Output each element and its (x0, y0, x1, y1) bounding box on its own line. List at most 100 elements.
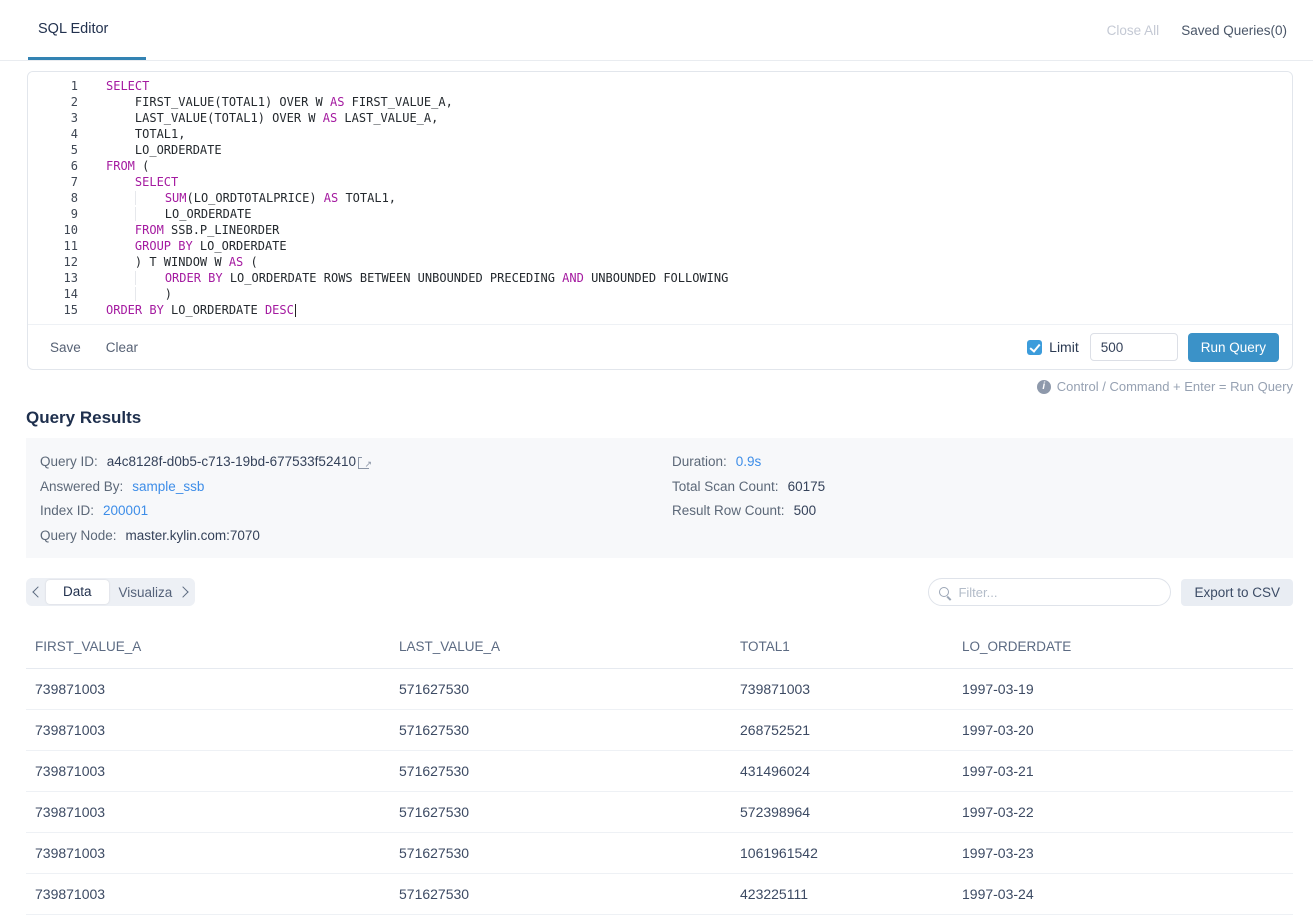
code-line[interactable]: 4 TOTAL1, (28, 126, 1292, 142)
editor-toolbar: Save Clear Limit Run Query (28, 324, 1292, 369)
code-text: ORDER BY LO_ORDERDATE ROWS BETWEEN UNBOU… (86, 270, 728, 286)
search-icon (939, 587, 949, 597)
info-label: Result Row Count: (672, 499, 785, 524)
saved-queries-button[interactable]: Saved Queries(0) (1181, 23, 1287, 38)
run-controls: Limit Run Query (1027, 333, 1279, 362)
line-number: 10 (28, 222, 86, 238)
clear-button[interactable]: Clear (106, 340, 138, 355)
table-cell: 571627530 (390, 709, 731, 750)
save-button[interactable]: Save (50, 340, 81, 355)
info-label: Index ID: (40, 499, 94, 524)
table-cell: 572398964 (731, 791, 953, 832)
line-number: 3 (28, 110, 86, 126)
table-cell: 571627530 (390, 832, 731, 873)
query-results-title: Query Results (26, 408, 1313, 428)
info-label: Query Node: (40, 524, 117, 549)
limit-checkbox[interactable] (1027, 340, 1042, 355)
info-label: Answered By: (40, 475, 123, 500)
code-text: ) T WINDOW W AS ( (86, 254, 258, 270)
line-number: 8 (28, 190, 86, 206)
table-cell: 268752521 (731, 709, 953, 750)
info-value-link[interactable]: 200001 (103, 499, 148, 524)
line-number: 13 (28, 270, 86, 286)
code-line[interactable]: 8 SUM(LO_ORDTOTALPRICE) AS TOTAL1, (28, 190, 1292, 206)
line-number: 15 (28, 302, 86, 318)
table-cell: 571627530 (390, 873, 731, 914)
code-line[interactable]: 3 LAST_VALUE(TOTAL1) OVER W AS LAST_VALU… (28, 110, 1292, 126)
chevron-right-icon[interactable] (177, 586, 188, 597)
table-row: 7398710035716275307398710031997-03-19 (26, 668, 1293, 709)
code-line[interactable]: 6FROM ( (28, 158, 1292, 174)
table-cell: 739871003 (26, 832, 390, 873)
limit-label: Limit (1049, 339, 1079, 355)
info-label: Query ID: (40, 450, 98, 475)
code-text: GROUP BY LO_ORDERDATE (86, 238, 287, 254)
line-number: 9 (28, 206, 86, 222)
info-label: Total Scan Count: (672, 475, 779, 500)
column-header: TOTAL1 (731, 626, 953, 668)
code-line[interactable]: 10 FROM SSB.P_LINEORDER (28, 222, 1292, 238)
code-text: LO_ORDERDATE (86, 142, 222, 158)
code-text: LO_ORDERDATE (86, 206, 252, 222)
code-text: TOTAL1, (86, 126, 185, 142)
info-label: Duration: (672, 450, 727, 475)
result-toolbar: Data Visualiza Export to CSV (26, 578, 1293, 606)
table-cell: 739871003 (26, 709, 390, 750)
code-line[interactable]: 5 LO_ORDERDATE (28, 142, 1292, 158)
table-cell: 571627530 (390, 750, 731, 791)
filter-box[interactable] (928, 578, 1171, 606)
export-csv-button[interactable]: Export to CSV (1181, 579, 1293, 606)
code-editor[interactable]: 1SELECT2 FIRST_VALUE(TOTAL1) OVER W AS F… (28, 72, 1292, 324)
code-line[interactable]: 1SELECT (28, 78, 1292, 94)
table-row: 7398710035716275302687525211997-03-20 (26, 709, 1293, 750)
code-line[interactable]: 9 LO_ORDERDATE (28, 206, 1292, 222)
tab-sql-editor[interactable]: SQL Editor (28, 0, 146, 60)
column-header: LAST_VALUE_A (390, 626, 731, 668)
info-value: 60175 (788, 475, 826, 500)
code-line[interactable]: 11 GROUP BY LO_ORDERDATE (28, 238, 1292, 254)
filter-input[interactable] (956, 584, 1160, 601)
table-body: 7398710035716275307398710031997-03-19739… (26, 668, 1293, 914)
table-cell: 423225111 (731, 873, 953, 914)
info-value: a4c8128f-d0b5-c713-19bd-677533f52410 (107, 450, 356, 475)
column-header: FIRST_VALUE_A (26, 626, 390, 668)
external-link-icon[interactable] (358, 458, 369, 469)
tab-data[interactable]: Data (46, 580, 109, 604)
query-info-row: Query Node:master.kylin.com:7070 (40, 524, 672, 549)
query-info-left: Query ID: a4c8128f-d0b5-c713-19bd-677533f… (40, 450, 672, 548)
line-number: 5 (28, 142, 86, 158)
query-info-panel: Query ID: a4c8128f-d0b5-c713-19bd-677533f… (26, 438, 1293, 558)
line-number: 7 (28, 174, 86, 190)
table-cell: 1997-03-23 (953, 832, 1293, 873)
query-info-row: Result Row Count:500 (672, 499, 825, 524)
line-number: 2 (28, 94, 86, 110)
close-all-button[interactable]: Close All (1107, 23, 1160, 38)
query-info-row: Duration: 0.9s (672, 450, 825, 475)
code-text: SELECT (86, 174, 178, 190)
line-number: 6 (28, 158, 86, 174)
code-text: ORDER BY LO_ORDERDATE DESC (86, 302, 296, 318)
table-cell: 739871003 (26, 791, 390, 832)
table-cell: 1997-03-24 (953, 873, 1293, 914)
editor-tabbar: SQL Editor Close All Saved Queries(0) (0, 0, 1313, 61)
code-line[interactable]: 7 SELECT (28, 174, 1292, 190)
tab-visualization[interactable]: Visualiza (113, 585, 175, 600)
table-cell: 739871003 (731, 668, 953, 709)
query-info-row: Answered By: sample_ssb (40, 475, 672, 500)
code-line[interactable]: 15ORDER BY LO_ORDERDATE DESC (28, 302, 1292, 318)
chevron-left-icon[interactable] (32, 586, 43, 597)
code-line[interactable]: 14 ) (28, 286, 1292, 302)
code-text: FROM SSB.P_LINEORDER (86, 222, 279, 238)
run-query-button[interactable]: Run Query (1188, 333, 1279, 362)
limit-input[interactable] (1090, 333, 1178, 361)
query-info-row: Index ID: 200001 (40, 499, 672, 524)
table-cell: 1997-03-20 (953, 709, 1293, 750)
code-text: ) (86, 286, 172, 302)
code-line[interactable]: 12 ) T WINDOW W AS ( (28, 254, 1292, 270)
code-line[interactable]: 2 FIRST_VALUE(TOTAL1) OVER W AS FIRST_VA… (28, 94, 1292, 110)
table-cell: 1061961542 (731, 832, 953, 873)
code-line[interactable]: 13 ORDER BY LO_ORDERDATE ROWS BETWEEN UN… (28, 270, 1292, 286)
info-value-link[interactable]: sample_ssb (132, 475, 204, 500)
line-number: 4 (28, 126, 86, 142)
info-value-link[interactable]: 0.9s (736, 450, 762, 475)
